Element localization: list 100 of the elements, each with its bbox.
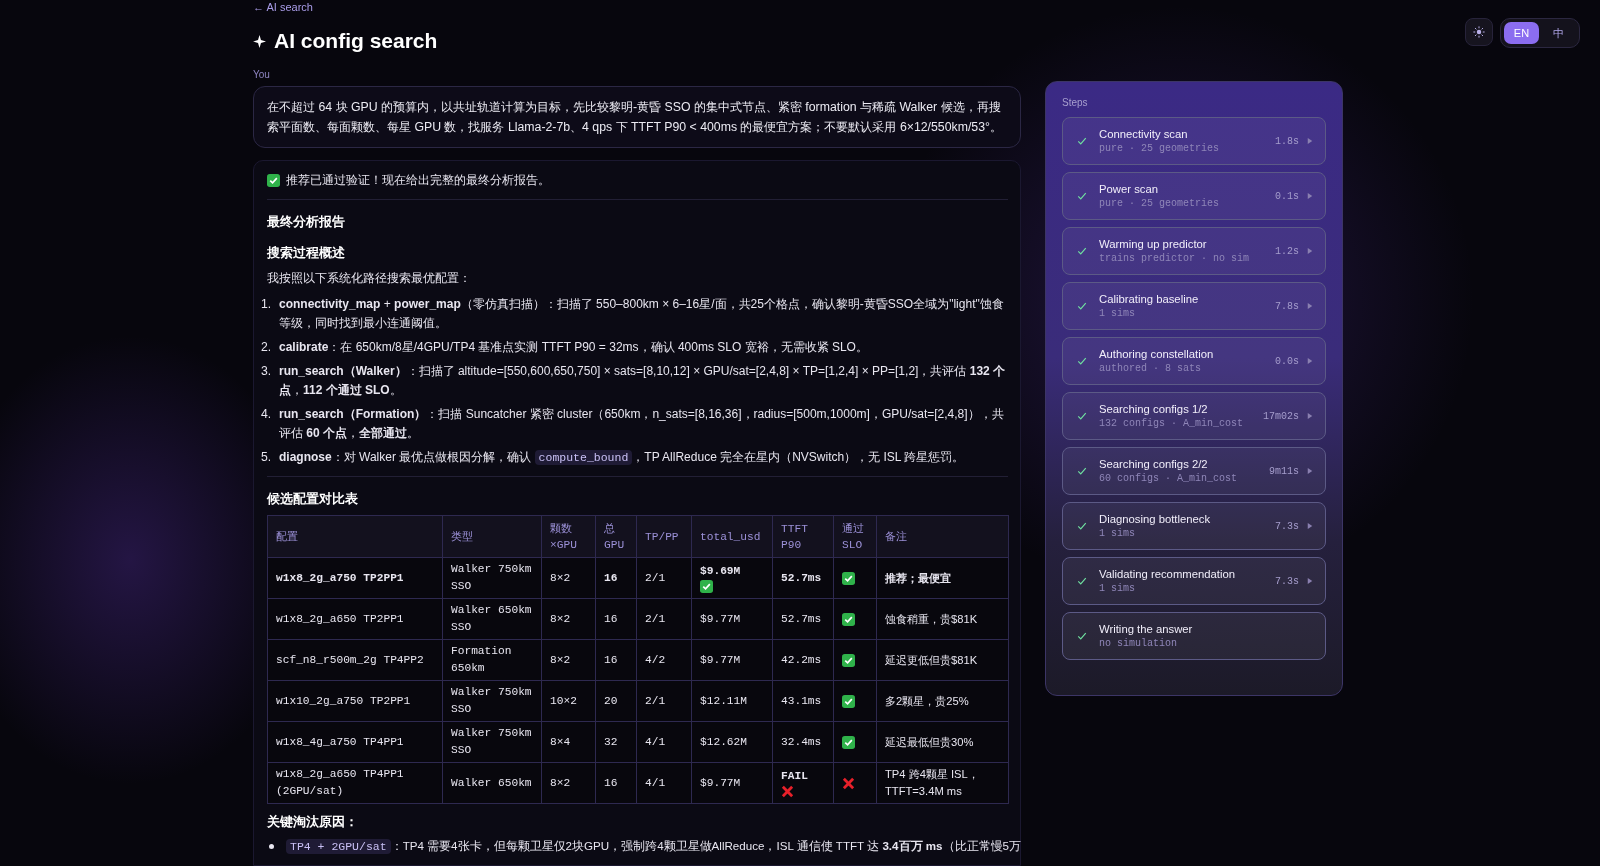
expand-icon[interactable] <box>1307 358 1313 364</box>
expand-icon[interactable] <box>1307 523 1313 529</box>
expand-icon[interactable] <box>1307 578 1313 584</box>
step-card[interactable]: Warming up predictor trains predictor · no sim 1.2s <box>1062 227 1326 275</box>
step-card[interactable]: Authoring constellation authored · 8 sats 0.0s <box>1062 337 1326 385</box>
expand-icon[interactable] <box>1307 413 1313 419</box>
table-cell: 10×2 <box>550 694 577 707</box>
table-cell: 4/2 <box>645 653 666 666</box>
step-detail: 1 sims <box>1099 308 1136 319</box>
table-cell: Walker 650km <box>451 776 532 789</box>
step-title: Searching configs 2/2 <box>1099 458 1209 470</box>
sparkle-icon <box>253 34 266 48</box>
step-duration: 0.0s <box>1275 355 1299 367</box>
language-option[interactable]: EN <box>1504 22 1539 44</box>
step-card[interactable]: Diagnosing bottleneck 1 sims 7.3s <box>1062 502 1326 550</box>
table-cell: 20 <box>604 694 618 707</box>
expand-icon[interactable] <box>1307 193 1313 199</box>
list-item-text: connectivity_map + power_map（零仿真扫描）：扫描了 550–800km × 6–16星/面，共25个格点，确认黎明-黄昏SSO全域为"light"蚀食等级，同时找到最小连通阈值。 <box>279 296 1005 332</box>
table-cell: w1x8_4g_a750 TP4PP1 <box>276 735 404 748</box>
sender-label: You <box>253 69 271 80</box>
table-cell: 延迟更低但贵$81K <box>885 653 978 666</box>
table-cell-text: $12.62M <box>700 734 747 750</box>
step-card[interactable]: Validating recommendation 1 sims 7.3s <box>1062 557 1326 605</box>
table-cell: 延迟最低但贵30% <box>885 735 974 748</box>
list-item-text: TP4 + 2GPU/sat ：TP4 需要4张卡，但每颗卫星仅2块GPU，强制跨4颗卫星做AllReduce，ISL 通信使 TTFT 达 3.4百万 ms（比正常慢5万 <box>286 837 1021 855</box>
table-cell: Walker 750km SSO <box>451 727 532 756</box>
step-detail: trains predictor · no sim <box>1099 253 1251 264</box>
table-cell: 16 <box>604 612 618 625</box>
table-cell: 16 <box>604 653 618 666</box>
table-cell: 2/1 <box>645 571 666 584</box>
step-duration: 17m02s <box>1263 410 1299 422</box>
expand-icon[interactable] <box>1307 248 1313 254</box>
expand-icon[interactable] <box>1307 138 1313 144</box>
list-number: 3. <box>261 363 273 380</box>
column-header: TTFT P90 <box>772 515 834 558</box>
table-cell: 2/1 <box>645 694 666 707</box>
table-cell-text: 52.7ms <box>781 611 822 627</box>
panel-title: Steps <box>1062 97 1089 108</box>
table-cell-text: 32.4ms <box>781 734 822 750</box>
table-cell: 4/1 <box>645 776 666 789</box>
table-cell-text: 42.2ms <box>781 652 822 668</box>
table-cell-text: $9.77M <box>700 611 741 627</box>
intro-text: 我按照以下系统化路径搜索最优配置： <box>267 270 472 287</box>
table-cell-text: 43.1ms <box>781 693 822 709</box>
step-duration: 1.2s <box>1275 245 1299 257</box>
table-cell: w1x8_2g_a650 TP4PP1 (2GPU/sat) <box>276 768 404 797</box>
table-cell: 8×4 <box>550 735 571 748</box>
step-duration: 7.8s <box>1275 300 1299 312</box>
step-title: Warming up predictor <box>1099 238 1208 250</box>
step-title: Authoring constellation <box>1099 348 1215 360</box>
prompt-message: 在不超过 64 块 GPU 的预算内，以共址轨道计算为目标，先比较黎明-黄昏 SSO 的集中式节点、紧密 formation 与稀疏 Walker 候选，再搜索平面数、每面颗数、每星 GPU 数，找服务 Llama-2-7b、4 qps 下 TTFT P90 < 400ms 的最便宜方案；不要默认采用 6×12/550km/53°。 <box>253 86 1021 148</box>
table-cell-text: $12.11M <box>700 693 747 709</box>
step-detail: no simulation <box>1099 638 1178 649</box>
list-item-text: run_search（Walker）：扫描了 altitude=[550,600,650,750] × sats=[8,10,12] × GPU/sat=[2,4,8] × TP=[1,2,4] × PP=[1,2]，共评估 132 个点，112 个通过 SLO。 <box>279 363 1007 399</box>
table-cell-text: FAIL <box>781 769 808 784</box>
table-cell: 16 <box>604 776 618 789</box>
page-title: AI config search <box>274 29 438 53</box>
table-cell: 8×2 <box>550 776 571 789</box>
step-title: Searching configs 1/2 <box>1099 403 1209 415</box>
list-number: 2. <box>261 339 273 356</box>
step-card[interactable]: Writing the answer no simulation <box>1062 612 1326 660</box>
table-cell: 8×2 <box>550 653 571 666</box>
sun-icon <box>1473 26 1485 38</box>
column-header: 通过 SLO <box>833 515 877 558</box>
theme-toggle-button[interactable] <box>1465 18 1493 46</box>
column-header: total_usd <box>691 515 773 558</box>
table-cell: 多2颗星，贵25% <box>885 694 969 707</box>
table-cell: 8×2 <box>550 612 571 625</box>
table-cell: 2/1 <box>645 612 666 625</box>
step-card[interactable]: Power scan pure · 25 geometries 0.1s <box>1062 172 1326 220</box>
report-heading: 最终分析报告 <box>267 214 346 231</box>
list-number: 1. <box>261 296 273 313</box>
table-cell: Walker 650km SSO <box>451 604 532 633</box>
column-header: TP/PP <box>636 515 692 558</box>
table-cell: 32 <box>604 735 618 748</box>
step-detail: 1 sims <box>1099 528 1136 539</box>
expand-icon[interactable] <box>1307 468 1313 474</box>
table-cell-text: 52.7ms <box>781 570 822 586</box>
step-duration: 0.1s <box>1275 190 1299 202</box>
step-title: Diagnosing bottleneck <box>1099 513 1212 525</box>
step-card[interactable]: Calibrating baseline 1 sims 7.8s <box>1062 282 1326 330</box>
table-cell: 蚀食稍重，贵$81K <box>885 612 978 625</box>
inline-code: TP4 + 2GPU/sat <box>286 839 391 854</box>
table-cell: 8×2 <box>550 571 571 584</box>
step-card[interactable]: Searching configs 1/2 132 configs · A_min_cost 17m02s <box>1062 392 1326 440</box>
step-detail: authored · 8 sats <box>1099 363 1203 374</box>
language-option[interactable]: 中 <box>1541 22 1576 44</box>
list-item-text: calibrate：在 650km/8星/4GPU/TP4 基准点实测 TTFT P90 = 32ms，确认 400ms SLO 宽裕，无需收紧 SLO。 <box>279 339 868 356</box>
step-title: Calibrating baseline <box>1099 293 1200 305</box>
table-cell: 16 <box>604 571 618 584</box>
list-item-text: run_search（Formation）：扫描 Suncatcher 紧密 cluster（650km，n_sats=[8,16,36]，radius=[500m,1000m]，GPU/sat=[2,4,8]），共评估 60 个点，全部通过。 <box>279 406 1005 442</box>
step-card[interactable]: Searching configs 2/2 60 configs · A_min_cost 9m11s <box>1062 447 1326 495</box>
expand-icon[interactable] <box>1307 303 1313 309</box>
table-cell: TP4 跨4颗星 ISL，TTFT=3.4M ms <box>885 768 979 797</box>
step-card[interactable]: Connectivity scan pure · 25 geometries 1.8s <box>1062 117 1326 165</box>
table-cell: Formation 650km <box>451 645 512 674</box>
column-header: 颗数 ×GPU <box>541 515 596 558</box>
step-detail: pure · 25 geometries <box>1099 143 1221 154</box>
back-link[interactable]: ← AI search <box>253 1 1021 13</box>
status-message: 推荐已通过验证！现在给出完整的最终分析报告。 <box>286 172 550 189</box>
